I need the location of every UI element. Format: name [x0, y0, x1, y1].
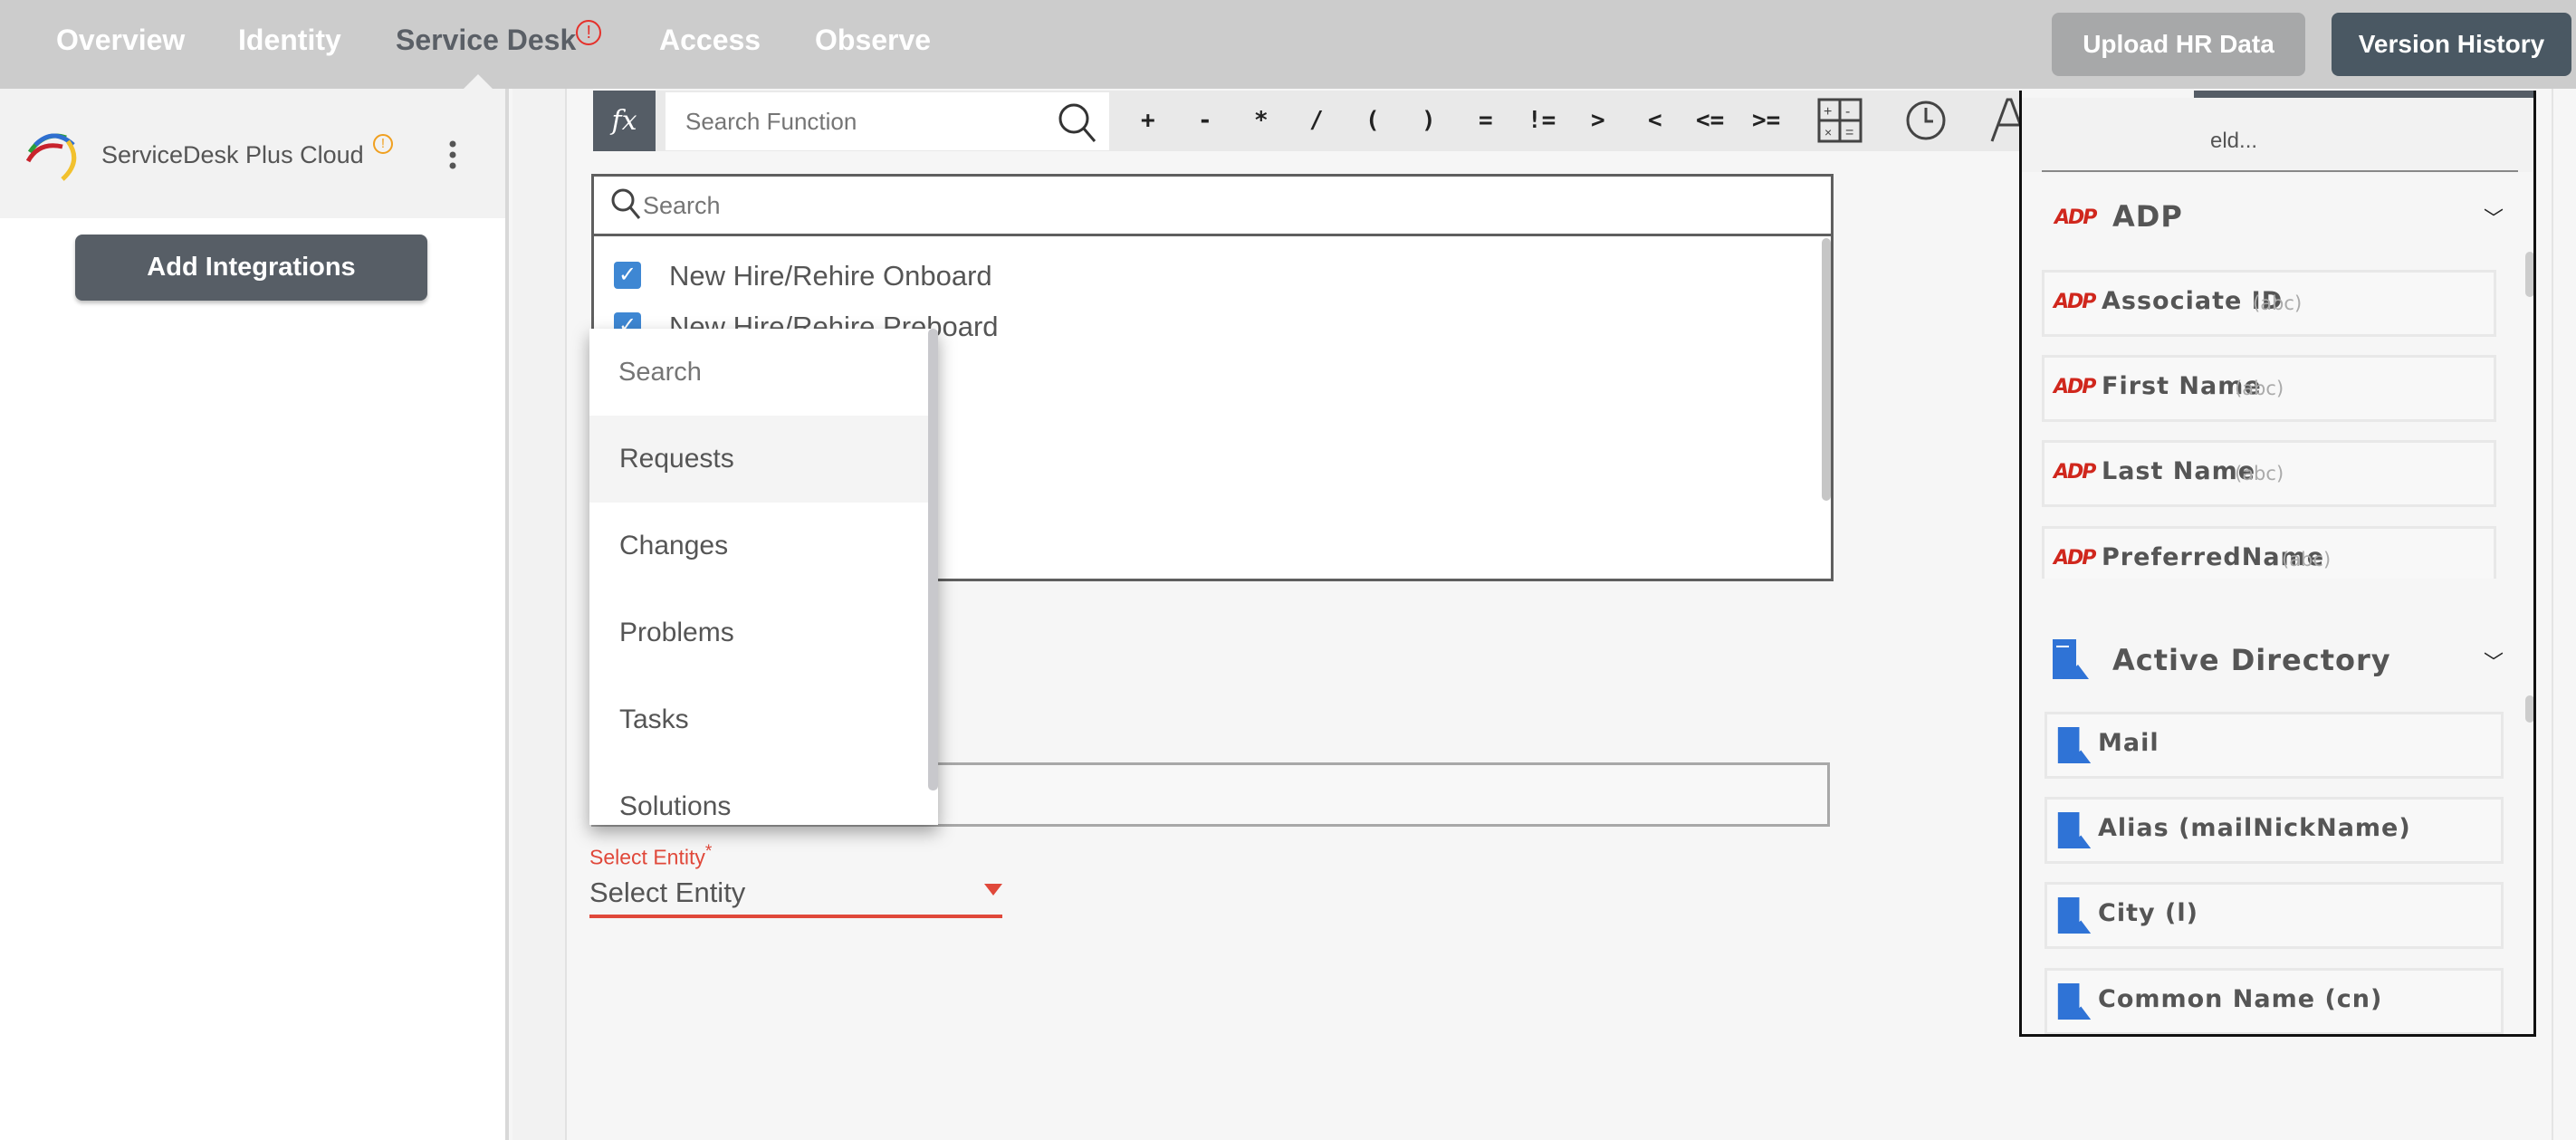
page-edge-divider — [2552, 89, 2553, 1140]
field-label: Common Name (cn) — [2098, 985, 2383, 1013]
active-directory-icon — [2057, 812, 2092, 848]
calculator-icon[interactable]: + -× = — [1815, 96, 1864, 145]
servicedesk-logo-icon — [26, 133, 77, 181]
dropdown-scrollbar[interactable] — [928, 329, 938, 790]
field-type: (abc) — [2253, 292, 2303, 314]
operator-plus[interactable]: + — [1141, 107, 1155, 134]
search-icon[interactable] — [1057, 101, 1098, 145]
dropdown-option-changes[interactable]: Changes — [589, 503, 928, 589]
caret-down-icon — [984, 884, 1002, 896]
upload-hr-data-button[interactable]: Upload HR Data — [2052, 13, 2305, 76]
field-item[interactable]: ADP PreferredName (abc) — [2042, 526, 2496, 579]
adp-logo-icon: ADP — [2054, 291, 2096, 313]
active-tab-caret — [464, 74, 493, 89]
adp-logo-icon: ADP — [2054, 206, 2097, 229]
field-label: Last Name — [2102, 457, 2256, 485]
svg-text:+: + — [1824, 104, 1832, 120]
tab-label: Service Desk — [396, 24, 577, 56]
entity-dropdown-menu: Requests Changes Problems Tasks Solution… — [589, 329, 938, 825]
active-directory-scrollbar[interactable] — [2525, 695, 2533, 723]
field-item[interactable]: Alias (mailNickName) — [2045, 797, 2504, 864]
checkbox-onboard[interactable]: ✓ — [614, 262, 641, 289]
sidebar: ServiceDesk Plus Cloud ! Add Integration… — [0, 89, 509, 1140]
svg-text:-: - — [1845, 104, 1850, 120]
field-item[interactable]: ADP First Name (abc) — [2042, 355, 2496, 422]
tab-overview[interactable]: Overview — [56, 24, 185, 57]
checklist-item-label: New Hire/Rehire Onboard — [669, 260, 992, 292]
operator-multiply[interactable]: * — [1254, 107, 1269, 134]
operator-open-paren[interactable]: ( — [1365, 107, 1380, 134]
add-integrations-button[interactable]: Add Integrations — [75, 235, 427, 301]
select-entity-value: Select Entity — [589, 877, 746, 908]
active-directory-icon — [2053, 639, 2089, 679]
select-entity-label: Select Entity* — [589, 842, 713, 869]
active-directory-icon — [2057, 897, 2092, 934]
search-function-field[interactable] — [666, 92, 1109, 150]
field-item[interactable]: ADP Last Name (abc) — [2042, 440, 2496, 507]
operator-less-equal[interactable]: <= — [1696, 107, 1724, 134]
operator-greater[interactable]: > — [1591, 107, 1605, 134]
operator-divide[interactable]: / — [1309, 107, 1324, 134]
top-nav-bar: Overview Identity Service Desk! Access O… — [0, 0, 2576, 89]
operator-not-equals[interactable]: != — [1527, 107, 1556, 134]
field-item[interactable]: Common Name (cn) — [2045, 968, 2504, 1034]
active-directory-icon — [2057, 727, 2092, 763]
group-header-adp[interactable]: ADP — [2112, 199, 2183, 234]
dropdown-search-input[interactable] — [589, 329, 928, 416]
kebab-menu-icon[interactable] — [445, 139, 460, 170]
fields-panel: eld... ADP ADP ﹀ ADP Associate ID (abc) AD… — [2019, 91, 2536, 1037]
checklist-search-input[interactable] — [643, 186, 1186, 225]
svg-text:×: × — [1824, 125, 1832, 139]
panel-top-bar — [2194, 91, 2533, 98]
search-function-input[interactable] — [666, 92, 1046, 150]
operator-minus[interactable]: - — [1198, 107, 1212, 134]
fx-icon: fx — [593, 91, 656, 151]
field-item[interactable]: Mail — [2045, 712, 2504, 779]
tab-observe[interactable]: Observe — [815, 24, 931, 57]
field-label: Mail — [2098, 729, 2159, 757]
dropdown-option-tasks[interactable]: Tasks — [589, 676, 928, 763]
tab-service-desk[interactable]: Service Desk! — [396, 20, 602, 57]
formula-toolbar: fx + - * / ( ) = != > < <= >= +-×= — [593, 91, 2223, 151]
adp-scrollbar[interactable] — [2525, 252, 2533, 297]
operator-close-paren[interactable]: ) — [1422, 107, 1436, 134]
chevron-down-icon[interactable]: ﹀ — [2484, 203, 2504, 232]
adp-logo-icon: ADP — [2054, 376, 2096, 398]
chevron-down-icon[interactable]: ﹀ — [2484, 647, 2504, 675]
warning-icon: ! — [373, 134, 393, 154]
clock-icon[interactable] — [1901, 96, 1950, 145]
field-search-text: eld... — [2210, 129, 2258, 153]
field-search[interactable]: eld... — [2022, 98, 2533, 172]
field-type: (abc) — [2235, 378, 2284, 399]
operator-greater-equal[interactable]: >= — [1752, 107, 1780, 134]
search-icon — [611, 188, 641, 219]
dropdown-option-solutions[interactable]: Solutions — [589, 763, 928, 825]
checklist-scrollbar[interactable] — [1822, 238, 1831, 501]
divider-strip — [512, 89, 567, 1140]
group-header-active-directory[interactable]: Active Directory — [2112, 643, 2391, 677]
operator-less[interactable]: < — [1648, 107, 1662, 134]
checklist-search[interactable] — [594, 177, 1831, 236]
field-label: City (l) — [2098, 899, 2198, 927]
adp-logo-icon: ADP — [2054, 547, 2096, 570]
operator-equals[interactable]: = — [1479, 107, 1493, 134]
tab-access[interactable]: Access — [659, 24, 761, 57]
dropdown-option-requests[interactable]: Requests — [589, 416, 928, 503]
field-item[interactable]: ADP Associate ID (abc) — [2042, 270, 2496, 337]
alert-icon: ! — [576, 20, 602, 45]
divider — [2042, 170, 2518, 172]
integration-item[interactable]: ServiceDesk Plus Cloud ! — [0, 89, 505, 218]
dropdown-option-problems[interactable]: Problems — [589, 589, 928, 676]
version-history-button[interactable]: Version History — [2332, 13, 2571, 76]
tab-identity[interactable]: Identity — [238, 24, 341, 57]
field-item[interactable]: City (l) — [2045, 882, 2504, 949]
active-directory-icon — [2057, 983, 2092, 1020]
adp-logo-icon: ADP — [2054, 461, 2096, 484]
field-type: (abc) — [2282, 549, 2332, 570]
svg-text:=: = — [1845, 125, 1853, 140]
field-label: Alias (mailNickName) — [2098, 814, 2411, 842]
field-type: (abc) — [2235, 463, 2284, 484]
select-entity-dropdown[interactable]: Select Entity — [589, 871, 1002, 918]
integration-name: ServiceDesk Plus Cloud — [101, 141, 364, 168]
